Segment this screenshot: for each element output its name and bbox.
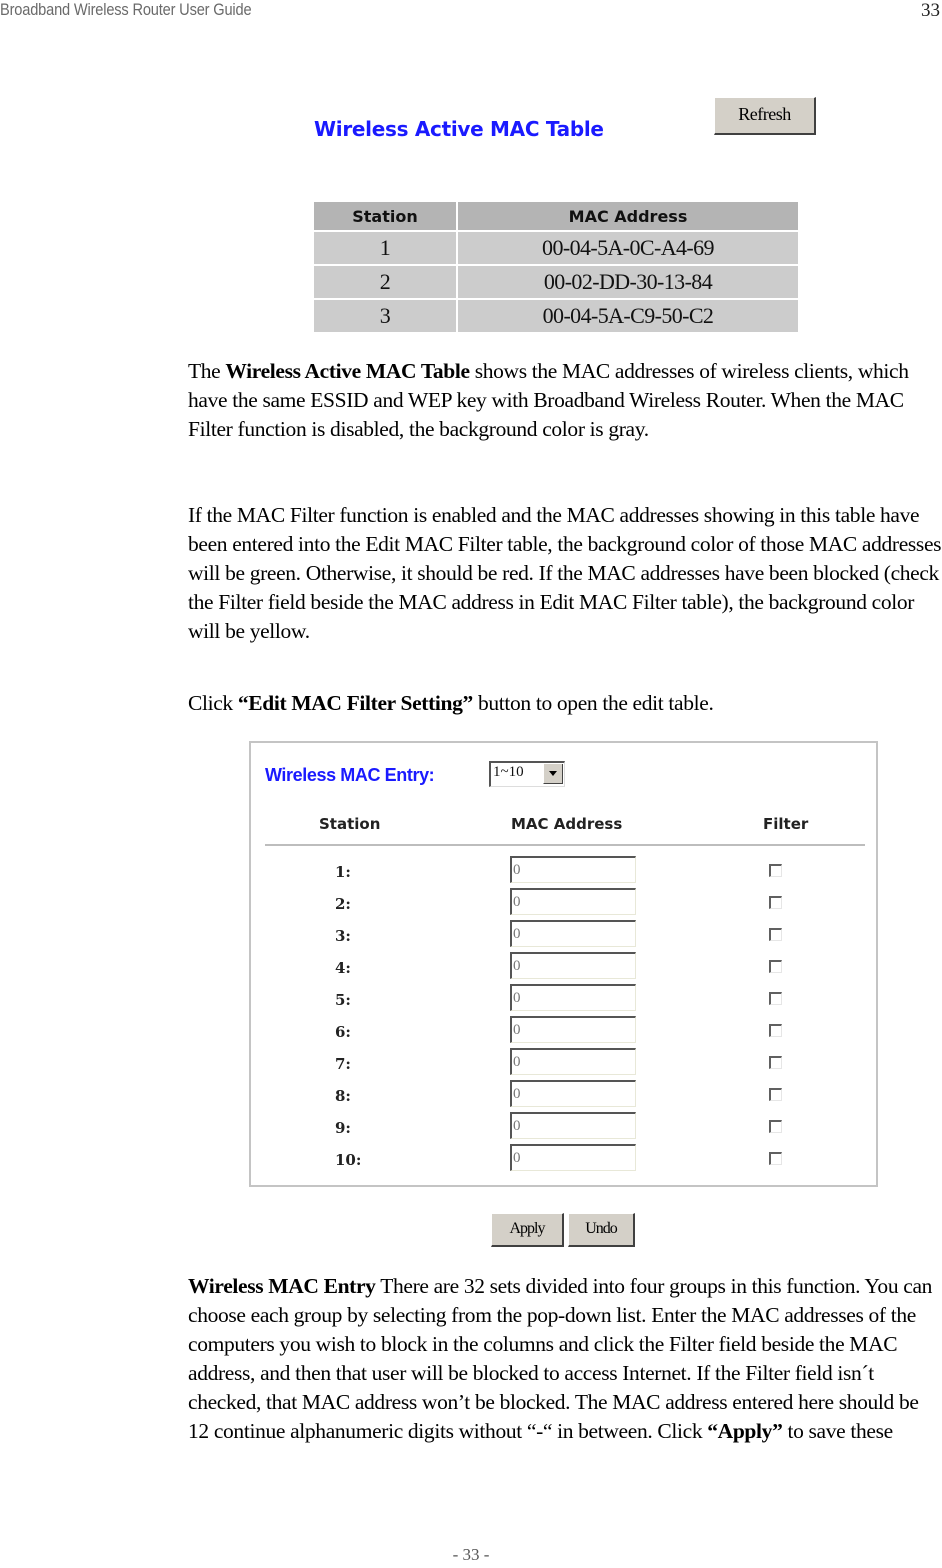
filter-checkbox[interactable] — [769, 1056, 782, 1069]
column-header-filter: Filter — [763, 815, 809, 833]
mac-address-input[interactable] — [510, 984, 636, 1011]
station-cell: 1 — [312, 230, 458, 266]
paragraph-edit-instruction: Click “Edit MAC Filter Setting” button t… — [188, 689, 942, 718]
mac-entry-row: 9: — [251, 1112, 876, 1144]
station-label: 5: — [335, 991, 351, 1009]
mac-entry-row: 1: — [251, 856, 876, 888]
text: There are 32 sets divided into four grou… — [188, 1274, 933, 1443]
filter-checkbox[interactable] — [769, 960, 782, 973]
divider — [265, 844, 865, 846]
filter-checkbox[interactable] — [769, 992, 782, 1005]
header-page-number: 33 — [921, 0, 940, 21]
mac-address-input[interactable] — [510, 952, 636, 979]
table-row: 3 00-04-5A-C9-50-C2 — [312, 298, 800, 334]
group-select-value: 1~10 — [493, 764, 524, 780]
mac-address-input[interactable] — [510, 920, 636, 947]
text: to save these — [782, 1419, 893, 1443]
text: Click — [188, 691, 238, 715]
station-label: 10: — [335, 1151, 362, 1169]
filter-checkbox[interactable] — [769, 928, 782, 941]
station-label: 8: — [335, 1087, 351, 1105]
filter-checkbox[interactable] — [769, 864, 782, 877]
chevron-down-icon[interactable] — [543, 764, 563, 784]
page-footer-number: - 33 - — [452, 1545, 490, 1564]
paragraph-active-mac-table: The Wireless Active MAC Table shows the … — [188, 357, 942, 444]
mac-address-input[interactable] — [510, 1112, 636, 1139]
column-header-station: Station — [319, 815, 381, 833]
station-label: 4: — [335, 959, 351, 977]
mac-entry-title: Wireless MAC Entry: — [265, 765, 435, 785]
mac-address-cell: 00-04-5A-C9-50-C2 — [456, 298, 800, 334]
mac-entry-row: 7: — [251, 1048, 876, 1080]
refresh-button[interactable]: Refresh — [714, 97, 816, 135]
station-label: 1: — [335, 863, 351, 881]
filter-checkbox[interactable] — [769, 1152, 782, 1165]
mac-entry-row: 3: — [251, 920, 876, 952]
group-select[interactable]: 1~10 — [489, 761, 565, 787]
mac-entry-panel: Wireless MAC Entry: 1~10 Station MAC Add… — [249, 741, 878, 1187]
undo-button[interactable]: Undo — [568, 1213, 635, 1247]
bold-term: “Apply” — [707, 1419, 783, 1443]
text: button to open the edit table. — [472, 691, 714, 715]
bold-term: Wireless Active MAC Table — [225, 359, 470, 383]
table-row: 2 00-02-DD-30-13-84 — [312, 264, 800, 300]
mac-entry-row: 4: — [251, 952, 876, 984]
filter-checkbox[interactable] — [769, 896, 782, 909]
mac-address-cell: 00-04-5A-0C-A4-69 — [456, 230, 800, 266]
mac-address-cell: 00-02-DD-30-13-84 — [456, 264, 800, 300]
mac-entry-row: 2: — [251, 888, 876, 920]
column-header-station: Station — [312, 200, 458, 232]
mac-entry-row: 6: — [251, 1016, 876, 1048]
column-header-mac-address: MAC Address — [456, 200, 800, 232]
mac-address-input[interactable] — [510, 1144, 636, 1171]
mac-address-input[interactable] — [510, 1016, 636, 1043]
mac-address-input[interactable] — [510, 1080, 636, 1107]
apply-button[interactable]: Apply — [491, 1213, 564, 1247]
paragraph-mac-entry: Wireless MAC Entry There are 32 sets div… — [188, 1272, 942, 1446]
mac-entry-row: 5: — [251, 984, 876, 1016]
station-cell: 2 — [312, 264, 458, 300]
filter-checkbox[interactable] — [769, 1120, 782, 1133]
station-label: 2: — [335, 895, 351, 913]
mac-entry-row: 8: — [251, 1080, 876, 1112]
active-mac-table-title: Wireless Active MAC Table — [314, 117, 604, 141]
column-header-mac-address: MAC Address — [511, 815, 623, 833]
station-label: 6: — [335, 1023, 351, 1041]
station-cell: 3 — [312, 298, 458, 334]
station-label: 3: — [335, 927, 351, 945]
mac-address-input[interactable] — [510, 856, 636, 883]
document-title: Broadband Wireless Router User Guide — [0, 0, 252, 19]
mac-entry-row: 10: — [251, 1144, 876, 1176]
bold-term: Wireless MAC Entry — [188, 1274, 376, 1298]
mac-address-input[interactable] — [510, 1048, 636, 1075]
filter-checkbox[interactable] — [769, 1088, 782, 1101]
station-label: 7: — [335, 1055, 351, 1073]
filter-checkbox[interactable] — [769, 1024, 782, 1037]
text: The — [188, 359, 226, 383]
table-row: 1 00-04-5A-0C-A4-69 — [312, 230, 800, 266]
station-label: 9: — [335, 1119, 351, 1137]
bold-term: “Edit MAC Filter Setting” — [237, 691, 473, 715]
paragraph-mac-filter-colors: If the MAC Filter function is enabled an… — [188, 501, 942, 646]
active-mac-table: Station MAC Address 1 00-04-5A-0C-A4-69 … — [312, 200, 800, 334]
mac-address-input[interactable] — [510, 888, 636, 915]
text: If the MAC Filter function is enabled an… — [188, 503, 942, 643]
